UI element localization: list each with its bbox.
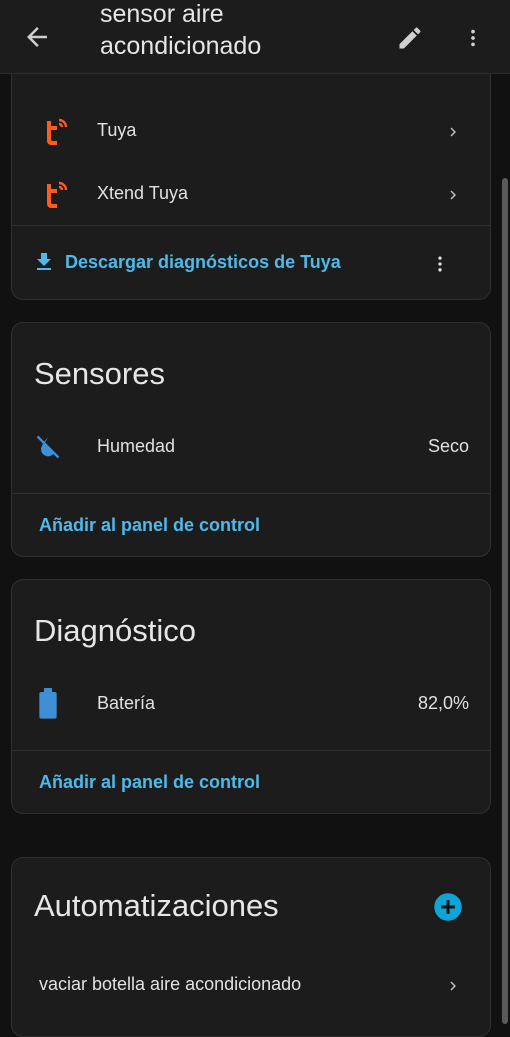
battery-icon: [39, 688, 57, 719]
download-icon: [37, 253, 51, 270]
divider: [12, 493, 490, 494]
download-diagnostics-label: Descargar diagnósticos de Tuya: [65, 252, 341, 272]
entity-name: Humedad: [97, 436, 176, 456]
chevron-right-icon: [450, 127, 456, 137]
top-app-bar: sensor aire acondicionado: [0, 0, 510, 74]
tuya-logo-icon: [47, 118, 68, 145]
page-title: sensor aire acondicionado: [100, 0, 262, 60]
card-title: Automatizaciones: [34, 888, 279, 923]
integration-label: Xtend Tuya: [97, 183, 189, 203]
plus-circle-icon[interactable]: [433, 892, 463, 922]
integration-label: Tuya: [97, 120, 137, 140]
entity-row-bateria[interactable]: Batería 82,0%: [12, 684, 490, 724]
automation-label: vaciar botella aire acondicionado: [39, 974, 302, 994]
integrations-card: Tuya Xtend Tuya Descargar diagnósticos d…: [11, 40, 491, 300]
entity-state: 82,0%: [417, 693, 469, 713]
entity-row-humedad[interactable]: Humedad Seco: [12, 427, 490, 467]
diagnostics-card: Diagnóstico Batería 82,0% Añadir al pane…: [11, 579, 491, 814]
add-to-dashboard-link[interactable]: Añadir al panel de control: [39, 515, 260, 536]
entity-state: Seco: [427, 436, 469, 456]
dots-vertical-icon[interactable]: [430, 252, 450, 276]
divider: [12, 225, 490, 226]
arrow-left-icon[interactable]: [22, 22, 52, 52]
pencil-icon[interactable]: [396, 24, 424, 52]
chevron-right-icon: [450, 981, 456, 991]
dots-vertical-icon[interactable]: [462, 24, 484, 52]
divider: [12, 750, 490, 751]
add-to-dashboard-link[interactable]: Añadir al panel de control: [39, 772, 260, 793]
scrollbar[interactable]: [502, 178, 508, 1024]
chevron-right-icon: [450, 190, 456, 200]
automations-card: Automatizaciones vaciar botella aire aco…: [11, 857, 491, 1037]
card-title: Sensores: [34, 356, 165, 391]
sensors-card: Sensores Humedad Seco Añadir al panel de…: [11, 322, 491, 557]
integration-item-tuya[interactable]: Tuya: [12, 111, 490, 151]
automation-item[interactable]: vaciar botella aire acondicionado: [12, 968, 490, 1008]
integration-item-xtend-tuya[interactable]: Xtend Tuya: [12, 174, 490, 214]
entity-name: Batería: [97, 693, 156, 713]
tuya-logo-icon: [47, 181, 68, 208]
card-title: Diagnóstico: [34, 613, 196, 648]
download-diagnostics-button[interactable]: Descargar diagnósticos de Tuya: [12, 246, 490, 282]
water-off-icon: [36, 435, 60, 459]
